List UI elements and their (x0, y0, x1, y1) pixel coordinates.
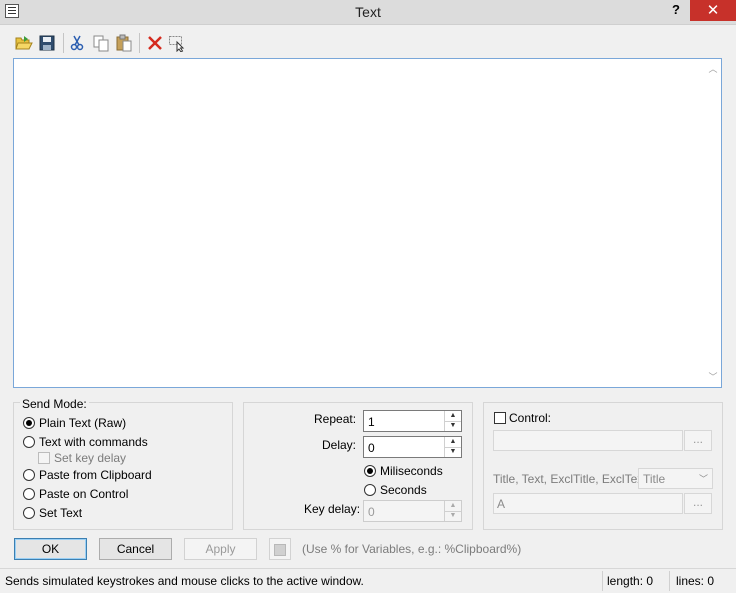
match-label: Title, Text, ExclTitle, ExclText (493, 472, 647, 486)
window-input-value: A (497, 497, 506, 511)
delay-down-icon[interactable]: ▼ (445, 447, 461, 457)
vertical-scrollbar[interactable]: ︿ ﹀ (705, 59, 721, 387)
variables-hint: (Use % for Variables, e.g.: %Clipboard%) (302, 542, 522, 556)
match-select-value: Title (643, 472, 666, 486)
control-checkbox-label: Control: (509, 411, 552, 425)
cut-icon[interactable] (68, 34, 86, 52)
status-length: length: 0 (607, 574, 654, 588)
control-checkbox[interactable] (494, 412, 506, 424)
title-bar: Text ? ✕ (0, 0, 736, 25)
set-key-delay-checkbox[interactable] (38, 452, 50, 464)
apply-button[interactable]: Apply (184, 538, 257, 560)
delay-spinner[interactable]: 0 ▲ ▼ (363, 436, 462, 458)
copy-icon[interactable] (92, 34, 110, 52)
send-mode-label-paste-clipboard: Paste from Clipboard (39, 468, 152, 482)
key-delay-label: Key delay: (304, 502, 361, 516)
send-mode-radio-text-with-commands[interactable] (23, 436, 35, 448)
chevron-down-icon: ﹀ (698, 474, 708, 484)
delay-value: 0 (368, 441, 375, 455)
scroll-up-icon[interactable]: ︿ (705, 61, 721, 77)
cancel-button[interactable]: Cancel (99, 538, 172, 560)
paste-icon[interactable] (115, 34, 133, 52)
repeat-value: 1 (368, 415, 375, 429)
window-title: Text (355, 4, 381, 20)
help-button[interactable]: ? (666, 0, 686, 20)
delete-icon[interactable] (146, 34, 164, 52)
key-delay-value: 0 (368, 505, 375, 519)
unit-radio-milliseconds[interactable] (364, 465, 376, 477)
set-key-delay-label: Set key delay (54, 451, 127, 465)
preview-button[interactable] (269, 538, 291, 560)
window-browse-button[interactable]: ... (684, 493, 712, 514)
delay-label: Delay: (322, 438, 357, 452)
control-browse-button[interactable]: ... (684, 430, 712, 451)
send-mode-radio-paste-control[interactable] (23, 488, 35, 500)
key-delay-spinner[interactable]: 0 ▲ ▼ (363, 500, 462, 522)
status-bar: Sends simulated keystrokes and mouse cli… (0, 568, 736, 593)
save-icon[interactable] (38, 34, 56, 52)
control-input[interactable] (493, 430, 683, 451)
send-mode-radio-plain-text[interactable] (23, 417, 35, 429)
send-mode-label-paste-control: Paste on Control (39, 487, 129, 501)
text-editor[interactable]: ︿ ﹀ (13, 58, 722, 388)
send-mode-label-set-text: Set Text (39, 506, 83, 520)
open-icon[interactable] (15, 34, 33, 52)
key-delay-down-icon[interactable]: ▼ (445, 511, 461, 521)
send-mode-label-text-with-commands: Text with commands (39, 435, 148, 449)
select-window-icon[interactable] (168, 34, 186, 53)
repeat-down-icon[interactable]: ▼ (445, 421, 461, 431)
repeat-spinner[interactable]: 1 ▲ ▼ (363, 410, 462, 432)
unit-label-seconds: Seconds (380, 483, 427, 497)
ok-button[interactable]: OK (14, 538, 87, 560)
match-select[interactable]: Title ﹀ (638, 468, 713, 489)
preview-icon (274, 544, 286, 556)
status-message: Sends simulated keystrokes and mouse cli… (5, 574, 364, 588)
scroll-down-icon[interactable]: ﹀ (705, 369, 721, 385)
send-mode-radio-paste-clipboard[interactable] (23, 469, 35, 481)
send-mode-legend: Send Mode: (20, 397, 89, 411)
send-mode-label-plain-text: Plain Text (Raw) (39, 416, 127, 430)
unit-label-milliseconds: Miliseconds (380, 464, 443, 478)
status-lines: lines: 0 (676, 574, 715, 588)
unit-radio-seconds[interactable] (364, 484, 376, 496)
repeat-label: Repeat: (314, 412, 357, 426)
send-mode-radio-set-text[interactable] (23, 507, 35, 519)
close-button[interactable]: ✕ (690, 0, 736, 21)
window-input[interactable]: A (493, 493, 683, 514)
